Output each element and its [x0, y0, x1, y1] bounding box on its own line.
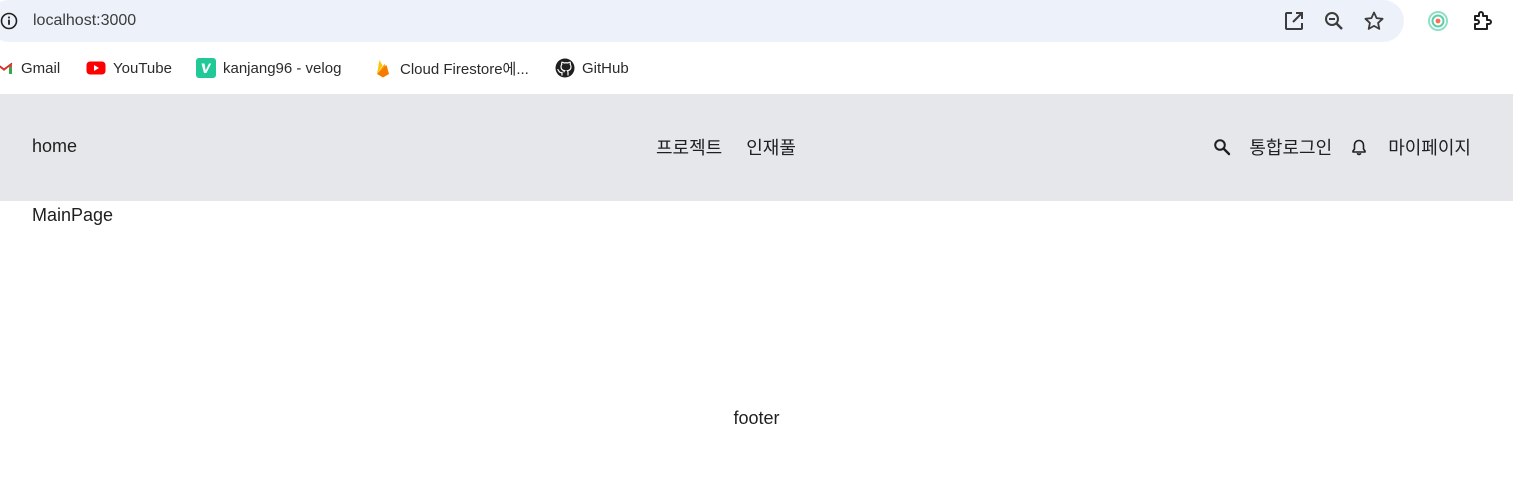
- bookmark-youtube[interactable]: YouTube: [86, 56, 172, 80]
- browser-toolbar: localhost:3000: [0, 0, 1513, 42]
- velog-icon: [196, 58, 216, 78]
- home-link[interactable]: home: [32, 136, 77, 157]
- github-icon: [555, 58, 575, 78]
- login-link[interactable]: 통합로그인: [1249, 134, 1332, 160]
- address-bar[interactable]: localhost:3000: [0, 0, 1404, 42]
- mypage-link[interactable]: 마이페이지: [1388, 134, 1471, 160]
- bookmark-gmail[interactable]: Gmail: [0, 56, 60, 80]
- bookmark-velog[interactable]: kanjang96 - velog: [196, 56, 341, 80]
- youtube-icon: [86, 61, 106, 75]
- nav-talent-pool[interactable]: 인재풀: [746, 134, 796, 160]
- bookmark-github[interactable]: GitHub: [555, 56, 629, 80]
- bell-icon[interactable]: [1350, 138, 1368, 156]
- bookmark-label: GitHub: [582, 59, 629, 77]
- bookmarks-bar: Gmail YouTube kanjang96 - velog Cloud Fi…: [0, 42, 1513, 94]
- info-icon[interactable]: [0, 12, 18, 30]
- zoom-out-icon[interactable]: [1323, 10, 1345, 32]
- url-text[interactable]: localhost:3000: [33, 11, 136, 31]
- open-external-icon[interactable]: [1283, 10, 1305, 32]
- search-icon[interactable]: [1213, 138, 1231, 156]
- bookmark-label: Cloud Firestore에...: [400, 60, 529, 78]
- bookmark-label: YouTube: [113, 59, 172, 77]
- app-header: home 프로젝트 인재풀 통합로그인 마이페이지: [0, 94, 1513, 201]
- user-nav: 통합로그인 마이페이지: [1213, 134, 1471, 160]
- footer-text: footer: [733, 408, 780, 428]
- bookmark-firebase[interactable]: Cloud Firestore에...: [373, 56, 529, 80]
- bookmark-label: kanjang96 - velog: [223, 59, 342, 77]
- page-title: MainPage: [32, 205, 114, 225]
- star-icon[interactable]: [1363, 10, 1385, 32]
- nav-projects[interactable]: 프로젝트: [656, 134, 722, 160]
- bookmark-label: Gmail: [21, 59, 61, 77]
- gmail-icon: [0, 62, 13, 74]
- extension-circle-icon[interactable]: [1426, 9, 1450, 33]
- main-nav: 프로젝트 인재풀: [656, 134, 796, 160]
- puzzle-icon[interactable]: [1471, 9, 1495, 33]
- firebase-icon: [377, 60, 389, 78]
